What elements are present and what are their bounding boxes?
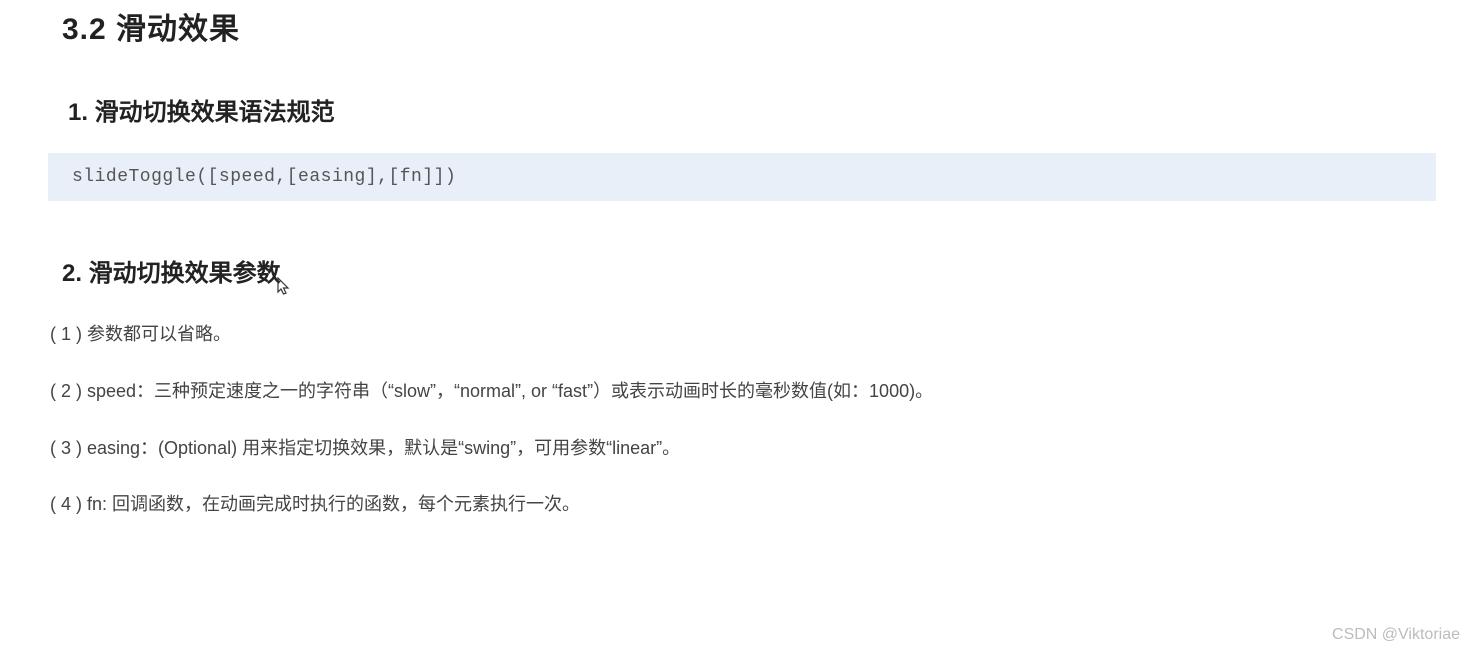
main-heading: 3.2 滑动效果 (62, 4, 1436, 48)
code-block: slideToggle([speed,[easing],[fn]]) (48, 153, 1436, 201)
section1-title: 1. 滑动切换效果语法规范 (68, 92, 1436, 127)
param-line-3: ( 3 ) easing：(Optional) 用来指定切换效果，默认是“swi… (50, 434, 1436, 463)
param-line-2: ( 2 ) speed：三种预定速度之一的字符串（“slow”，“normal”… (50, 377, 1436, 406)
param-line-4: ( 4 ) fn: 回调函数，在动画完成时执行的函数，每个元素执行一次。 (50, 490, 1436, 519)
section2-title: 2. 滑动切换效果参数 (62, 253, 1436, 288)
param-line-1: ( 1 ) 参数都可以省略。 (50, 320, 1436, 349)
cursor-icon (277, 277, 291, 302)
watermark: CSDN @Viktoriae (1332, 626, 1460, 644)
document-container: 3.2 滑动效果 1. 滑动切换效果语法规范 slideToggle([spee… (0, 0, 1484, 519)
